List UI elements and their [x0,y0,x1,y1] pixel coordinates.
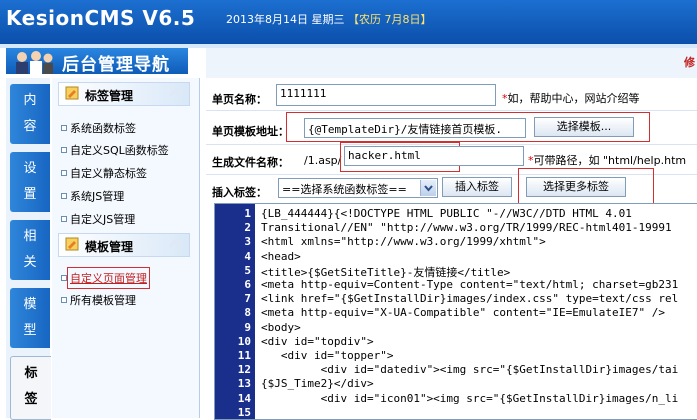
code-line: <meta http-equiv="X-UA-Compatible" conte… [261,306,665,320]
main-content: 修 单页名称： 1111111 *如，帮助中心，网站介绍等 单页模板地址： {@… [206,48,697,420]
template-label: 单页模板地址： [212,125,289,138]
code-line: <meta http-equiv=Content-Type content="t… [261,278,679,291]
line-number: 7 [244,292,251,306]
page-name-label: 单页名称： [212,93,267,106]
code-editor[interactable]: 1 2 3 4 5 6 7 8 9 10 11 12 13 14 15 {LB_444444}{<!DOCT… [214,203,697,420]
nav-item-all-templates[interactable]: 所有模板管理 [61,292,136,308]
insert-tag-row: 插入标签： ==选择系统函数标签== 插入标签 选择更多标签 [206,168,697,204]
group-title: 模板管理 [85,240,134,254]
code-line: <link href="{$GetInstallDir}images/index… [261,292,679,306]
code-line: {$JS_Time2}</div> [261,377,374,391]
line-number: 8 [244,306,251,320]
insert-tag-button[interactable]: 插入标签 [442,177,512,197]
line-number: 15 [237,405,251,419]
group-title: 标签管理 [85,89,134,103]
code-line: <head> [261,249,301,263]
nav-item-custom-sql-tags[interactable]: 自定义SQL函数标签 [61,142,169,158]
vertical-tabs: 内容 设置 相关 模型 标签 [6,78,51,420]
tab-content[interactable]: 内容 [10,84,50,144]
tab-label: 内容 [23,93,37,134]
lunar-date-text: 【农历 7月8日】 [348,13,432,26]
top-notice: 修 [684,56,695,69]
template-row: 单页模板地址： {@TemplateDir}/友情链接首页模板. 选择模板... [206,110,697,145]
app-logo: KesionCMS V6.5 [6,6,196,30]
nav-panel: 标签管理 系统函数标签 自定义SQL函数标签 自定义静态标签 系统JS管理 自定… [52,78,200,418]
group-header-templates[interactable]: 模板管理 [58,233,190,257]
tab-label: 模型 [23,297,37,338]
nav-item-system-function-tags[interactable]: 系统函数标签 [61,120,136,136]
code-line: Transitional//EN" "http://www.w3.org/TR/… [261,221,672,235]
line-number: 11 [237,349,251,362]
line-number: 4 [244,249,251,263]
date-display: 2013年8月14日 星期三 【农历 7月8日】 [226,11,432,27]
tag-select[interactable]: ==选择系统函数标签== [278,178,438,198]
group-header-tags[interactable]: 标签管理 [58,82,190,106]
nav-item-custom-page-management[interactable]: 自定义页面管理 [61,267,150,289]
code-line: <body> [261,320,301,334]
filename-prefix: /1.asp/ [304,154,342,167]
tab-label: 相关 [23,229,37,270]
pencil-icon [65,237,79,251]
code-line: <div id="icon01"><img src="{$GetInstallD… [261,391,679,405]
choose-template-button[interactable]: 选择模板... [534,117,634,137]
line-number: 3 [244,235,251,249]
users-icon [16,51,53,74]
filename-input[interactable]: hacker.html [344,146,524,166]
tab-label: 标签 [24,366,38,407]
page-name-input[interactable]: 1111111 [276,84,496,106]
line-number: 6 [244,278,251,291]
tab-tags[interactable]: 标签 [10,356,51,420]
page-name-row: 单页名称： 1111111 *如，帮助中心，网站介绍等 [206,82,697,111]
filename-label: 生成文件名称： [212,156,289,169]
tab-related[interactable]: 相关 [10,220,50,280]
tab-model[interactable]: 模型 [10,288,50,348]
tab-settings[interactable]: 设置 [10,152,50,212]
date-text: 2013年8月14日 星期三 [226,13,345,26]
content-header: 修 [206,48,697,78]
page-name-note-text: 如，帮助中心，网站介绍等 [507,92,640,105]
insert-tag-label: 插入标签： [212,186,267,199]
line-number: 14 [237,391,251,405]
more-tags-button[interactable]: 选择更多标签 [526,177,626,197]
code-line: <div id="topper"> [261,349,394,362]
template-input[interactable]: {@TemplateDir}/友情链接首页模板. [304,118,526,138]
line-number: 5 [244,263,251,277]
line-number: 13 [237,377,251,391]
nav-title: 后台管理导航 [62,55,170,75]
code-line: {LB_444444}{<!DOCTYPE HTML PUBLIC "-//W3… [261,207,632,220]
tag-select-value: ==选择系统函数标签== [282,183,407,196]
pencil-icon [65,86,79,100]
line-number: 1 [244,207,251,220]
page-name-note: *如，帮助中心，网站介绍等 [502,90,640,106]
filename-note: *可带路径，如 "html/help.htm [528,152,686,168]
collapse-icon [169,87,183,98]
line-number: 10 [237,334,251,348]
tab-label: 设置 [23,161,37,202]
top-bar: KesionCMS V6.5 2013年8月14日 星期三 【农历 7月8日】 [0,0,697,44]
line-number: 12 [237,363,251,377]
line-number: 2 [244,221,251,235]
filename-note-text: 可带路径，如 "html/help.htm [533,154,687,167]
nav-item-custom-static-tags[interactable]: 自定义静态标签 [61,165,147,181]
collapse-icon [169,238,183,249]
nav-item-custom-js[interactable]: 自定义JS管理 [60,211,135,227]
nav-item-system-js[interactable]: 系统JS管理 [60,188,124,204]
chevron-down-icon [420,180,436,196]
nav-header: 后台管理导航 [6,48,188,75]
code-line: <div id="topdiv"> [261,334,374,348]
line-number: 9 [244,320,251,334]
code-line: <html xmlns="http://www.w3.org/1999/xhtm… [261,235,546,249]
code-line: <div id="datediv"><img src="{$GetInstall… [261,363,679,377]
